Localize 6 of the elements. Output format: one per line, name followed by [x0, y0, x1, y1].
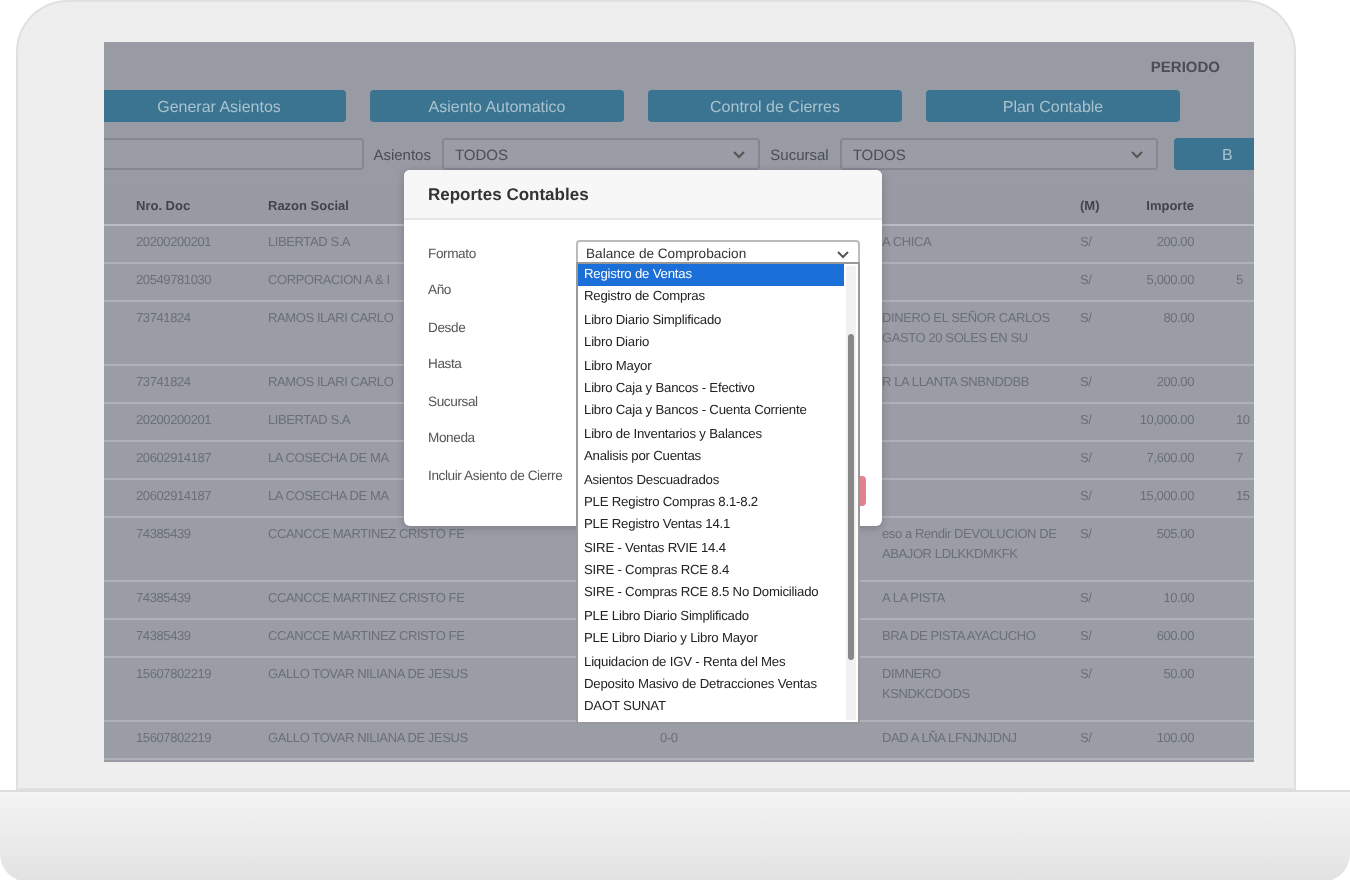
search-field[interactable] — [104, 138, 364, 170]
scrollbar[interactable] — [846, 266, 856, 720]
modal-title: Reportes Contables — [428, 184, 589, 204]
chevron-icon — [1129, 149, 1144, 159]
chevron-icon — [732, 149, 747, 159]
chevron-icon — [836, 249, 850, 260]
